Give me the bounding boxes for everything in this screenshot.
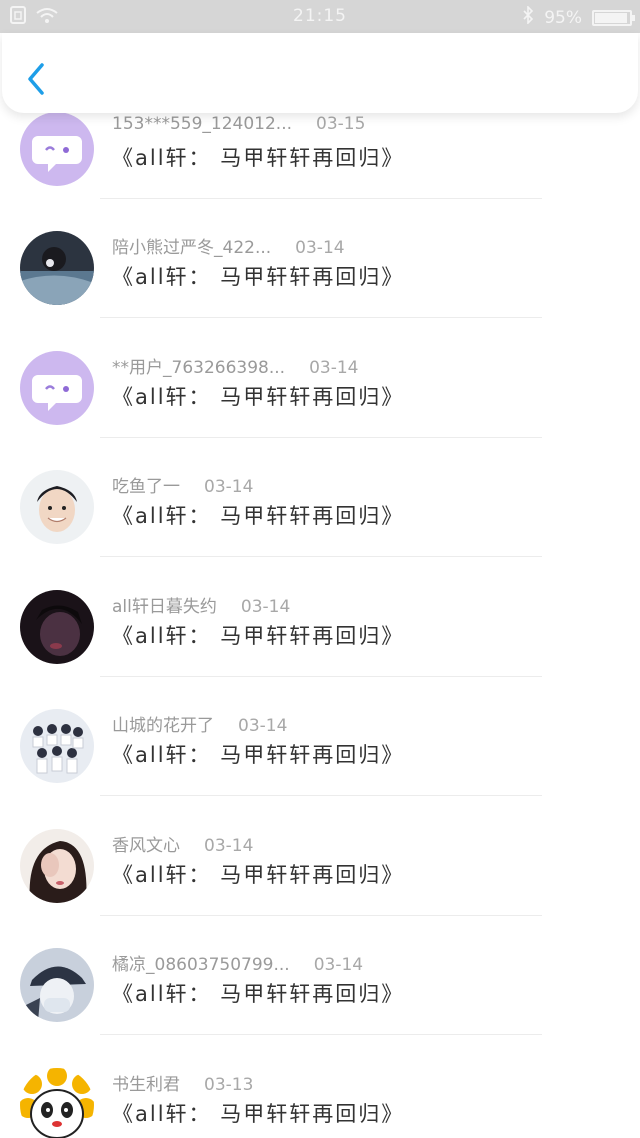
comment-meta: 陪小熊过严冬_422... 03-14	[112, 233, 345, 258]
avatar[interactable]	[20, 351, 94, 425]
avatar[interactable]	[20, 948, 94, 1022]
comment-date: 03-13	[204, 1075, 254, 1095]
back-button[interactable]	[22, 59, 52, 99]
username[interactable]: 陪小熊过严冬_422...	[112, 238, 271, 258]
comment-item[interactable]: 吃鱼了一 03-14 《all轩： 马甲轩轩再回归》	[0, 460, 640, 579]
username[interactable]: 吃鱼了一	[112, 477, 180, 497]
comment-text: 《all轩： 马甲轩轩再回归》	[112, 1102, 405, 1126]
bluetooth-icon	[522, 5, 534, 29]
username[interactable]: 153***559_124012...	[112, 114, 292, 134]
comment-meta: 书生利君 03-13	[112, 1070, 253, 1095]
avatar[interactable]	[20, 112, 94, 186]
divider	[100, 1034, 542, 1035]
comment-date: 03-14	[204, 836, 254, 856]
comment-date: 03-14	[295, 238, 345, 258]
comment-date: 03-14	[313, 955, 364, 975]
divider	[100, 676, 542, 677]
comment-item[interactable]: 陪小熊过严冬_422... 03-14 《all轩： 马甲轩轩再回归》	[0, 221, 640, 340]
avatar[interactable]	[20, 231, 94, 305]
comment-item[interactable]: **用户_763266398... 03-14 《all轩： 马甲轩轩再回归》	[0, 341, 640, 460]
avatar[interactable]	[20, 1068, 94, 1138]
chevron-left-icon	[22, 63, 52, 103]
comment-date: 03-14	[204, 477, 254, 497]
comment-text: 《all轩： 马甲轩轩再回归》	[112, 265, 405, 289]
comment-text: 《all轩： 马甲轩轩再回归》	[112, 863, 405, 887]
username[interactable]: **用户_763266398...	[112, 358, 285, 378]
comment-text: 《all轩： 马甲轩轩再回归》	[112, 743, 405, 767]
comment-meta: 橘凉_08603750799... 03-14	[112, 950, 363, 975]
comment-date: 03-14	[238, 716, 288, 736]
divider	[100, 317, 542, 318]
divider	[100, 556, 542, 557]
comment-item[interactable]: all轩日暮失约 03-14 《all轩： 马甲轩轩再回归》	[0, 580, 640, 699]
battery-icon	[592, 9, 635, 26]
comment-item[interactable]: 153***559_124012... 03-15 《all轩： 马甲轩轩再回归》	[0, 110, 640, 221]
comment-item[interactable]: 书生利君 03-13 《all轩： 马甲轩轩再回归》	[0, 1058, 640, 1138]
username[interactable]: 香风文心	[112, 836, 180, 856]
avatar[interactable]	[20, 470, 94, 544]
divider	[100, 198, 542, 199]
avatar[interactable]	[20, 590, 94, 664]
comment-meta: 山城的花开了 03-14	[112, 711, 287, 736]
comment-text: 《all轩： 马甲轩轩再回归》	[112, 982, 405, 1006]
battery-percent: 95%	[544, 7, 582, 28]
username[interactable]: 橘凉_08603750799...	[112, 955, 290, 975]
comment-meta: 153***559_124012... 03-15	[112, 114, 365, 134]
comment-text: 《all轩： 马甲轩轩再回归》	[112, 624, 405, 648]
status-bar: 21:15 95%	[0, 0, 640, 33]
divider	[100, 795, 542, 796]
username[interactable]: all轩日暮失约	[112, 597, 217, 617]
comment-date: 03-14	[309, 358, 359, 378]
comment-date: 03-14	[240, 597, 291, 617]
comment-meta: all轩日暮失约 03-14	[112, 592, 290, 617]
comment-meta: 香风文心 03-14	[112, 831, 253, 856]
avatar[interactable]	[20, 829, 94, 903]
divider	[100, 437, 542, 438]
divider	[100, 915, 542, 916]
comment-item[interactable]: 山城的花开了 03-14 《all轩： 马甲轩轩再回归》	[0, 699, 640, 818]
username[interactable]: 山城的花开了	[112, 716, 214, 736]
comment-text: 《all轩： 马甲轩轩再回归》	[112, 146, 405, 170]
avatar[interactable]	[20, 709, 94, 783]
comment-date: 03-15	[316, 114, 366, 134]
comment-list: 153***559_124012... 03-15 《all轩： 马甲轩轩再回归》陪…	[0, 110, 640, 1138]
comment-meta: **用户_763266398... 03-14	[112, 353, 358, 378]
username[interactable]: 书生利君	[112, 1075, 180, 1095]
comment-item[interactable]: 橘凉_08603750799... 03-14 《all轩： 马甲轩轩再回归》	[0, 938, 640, 1057]
comment-meta: 吃鱼了一 03-14	[112, 472, 253, 497]
header	[2, 33, 638, 113]
comment-text: 《all轩： 马甲轩轩再回归》	[112, 504, 405, 528]
comment-item[interactable]: 香风文心 03-14 《all轩： 马甲轩轩再回归》	[0, 819, 640, 938]
comment-text: 《all轩： 马甲轩轩再回归》	[112, 385, 405, 409]
